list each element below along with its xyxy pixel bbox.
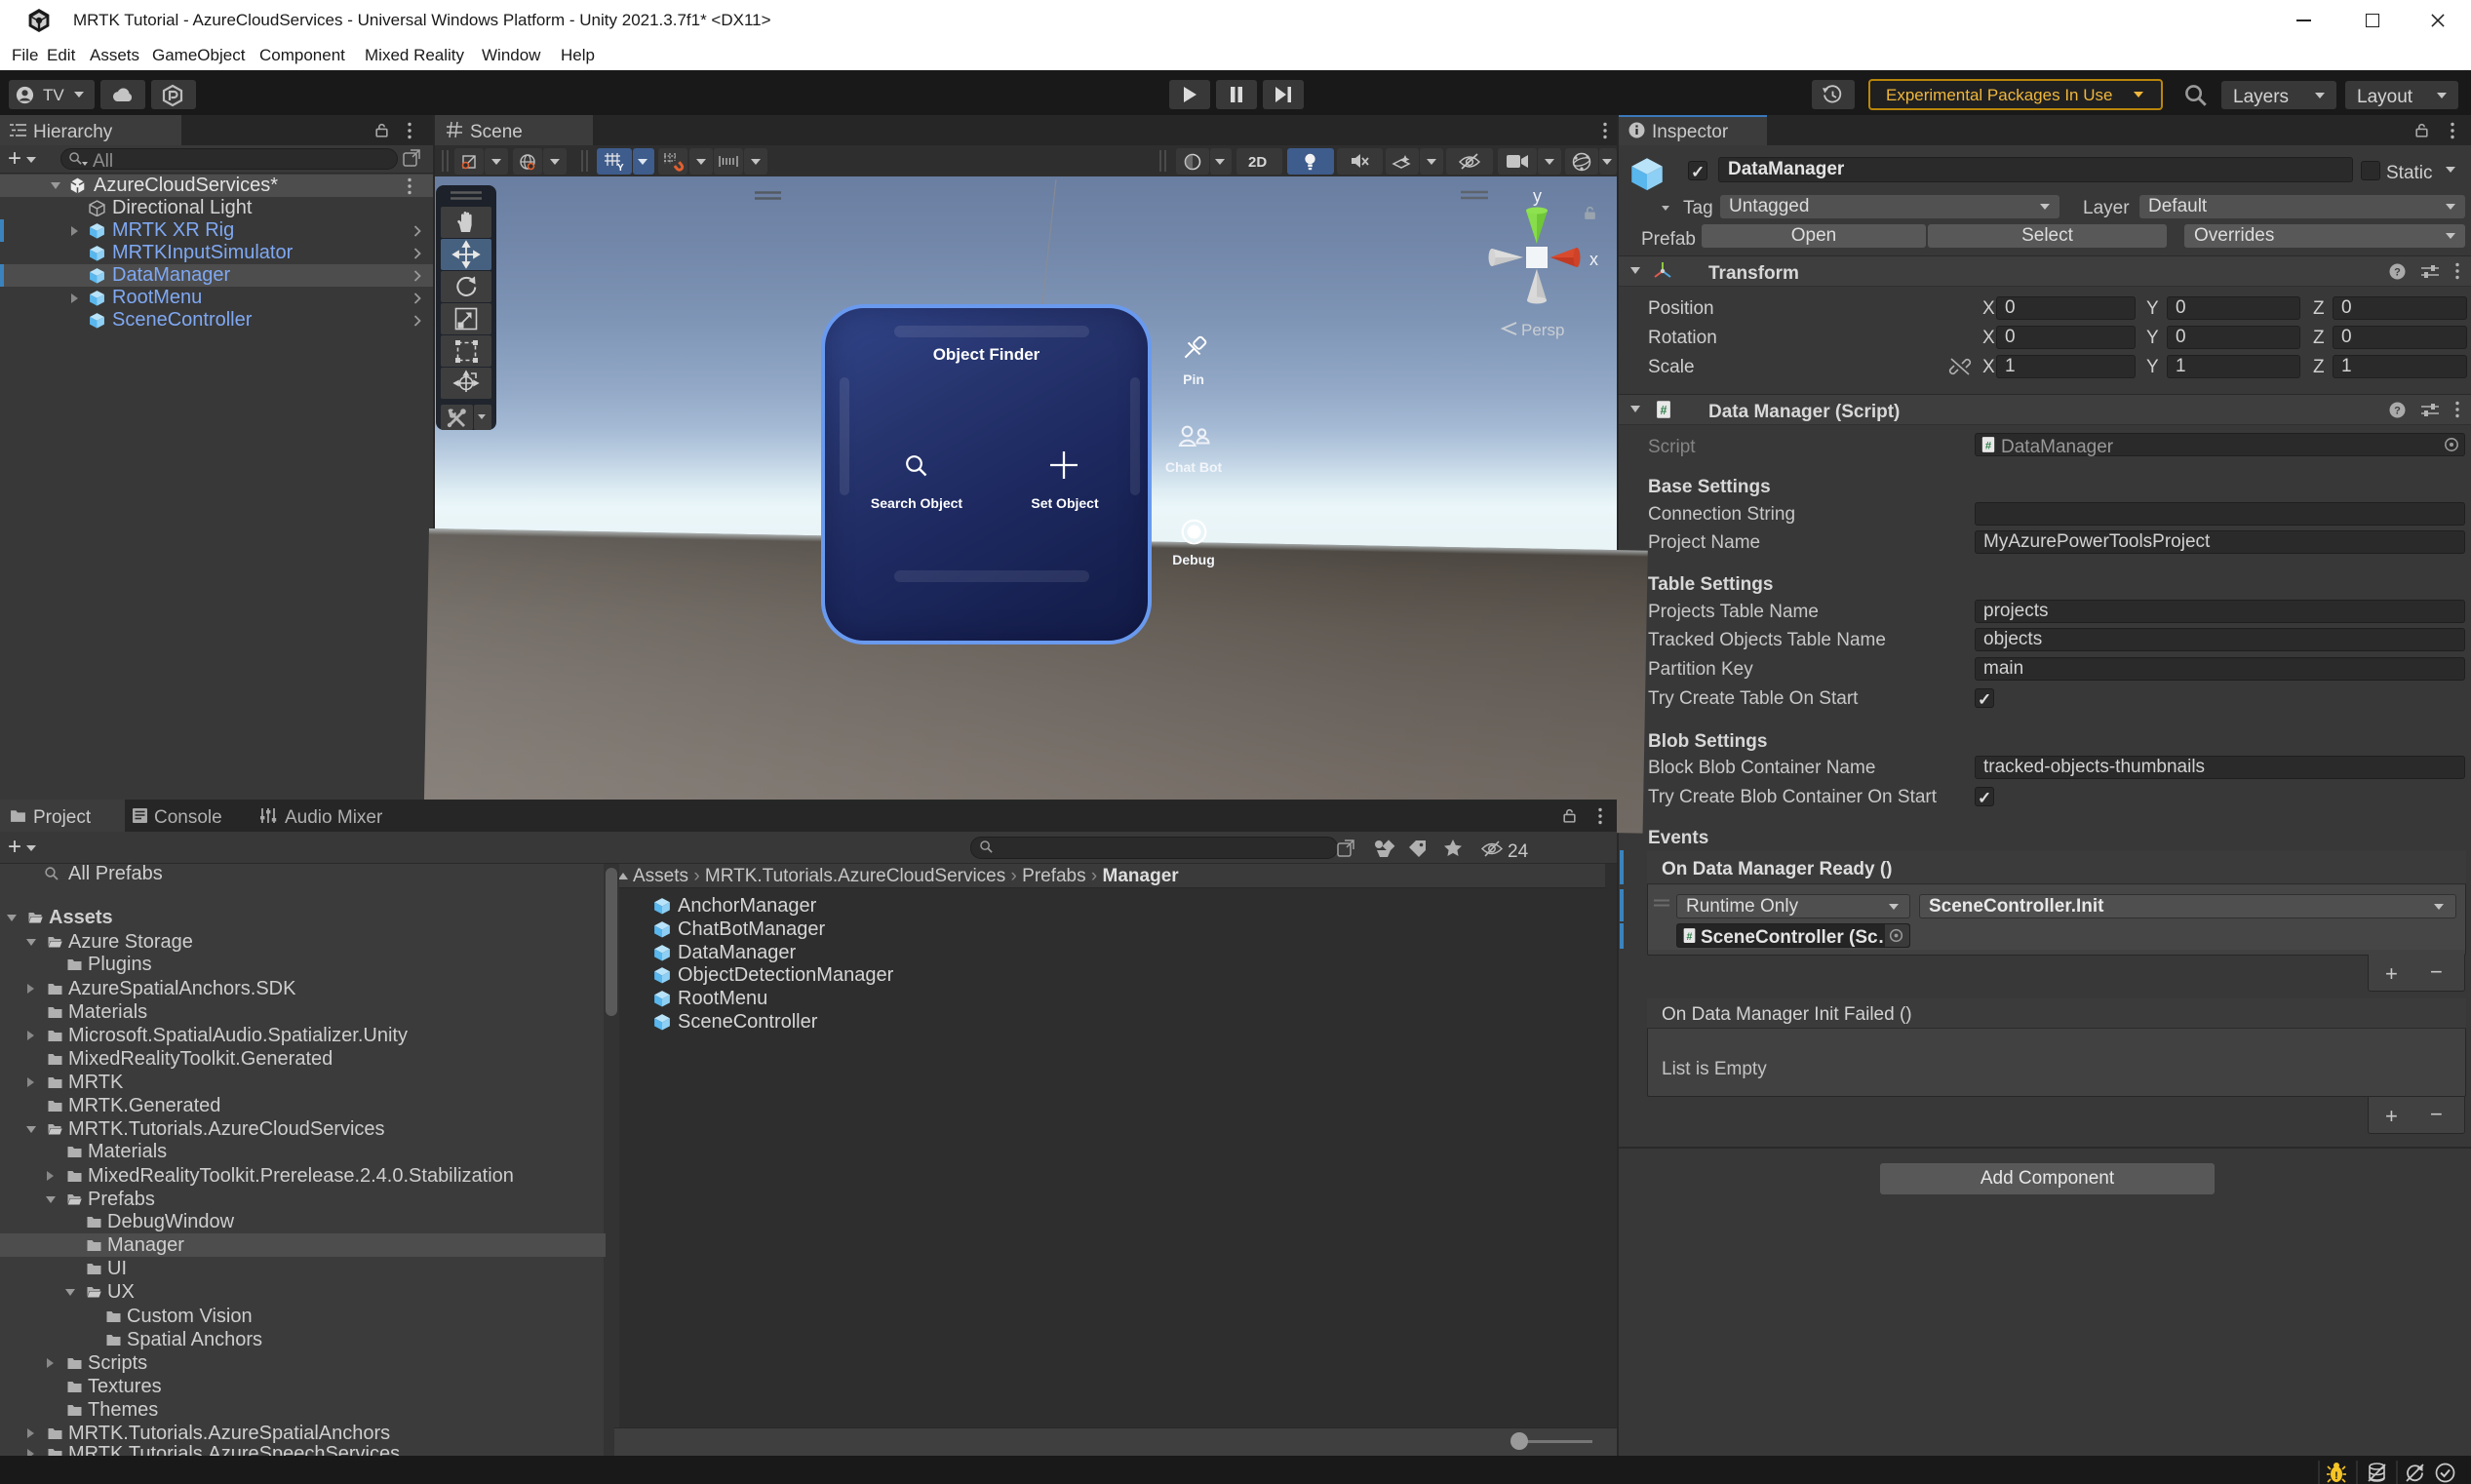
svg-text:Y: Y <box>617 163 624 174</box>
svg-text:!: ! <box>2334 1470 2338 1482</box>
svg-text:?: ? <box>2394 406 2401 417</box>
svg-text:?: ? <box>2394 267 2401 279</box>
